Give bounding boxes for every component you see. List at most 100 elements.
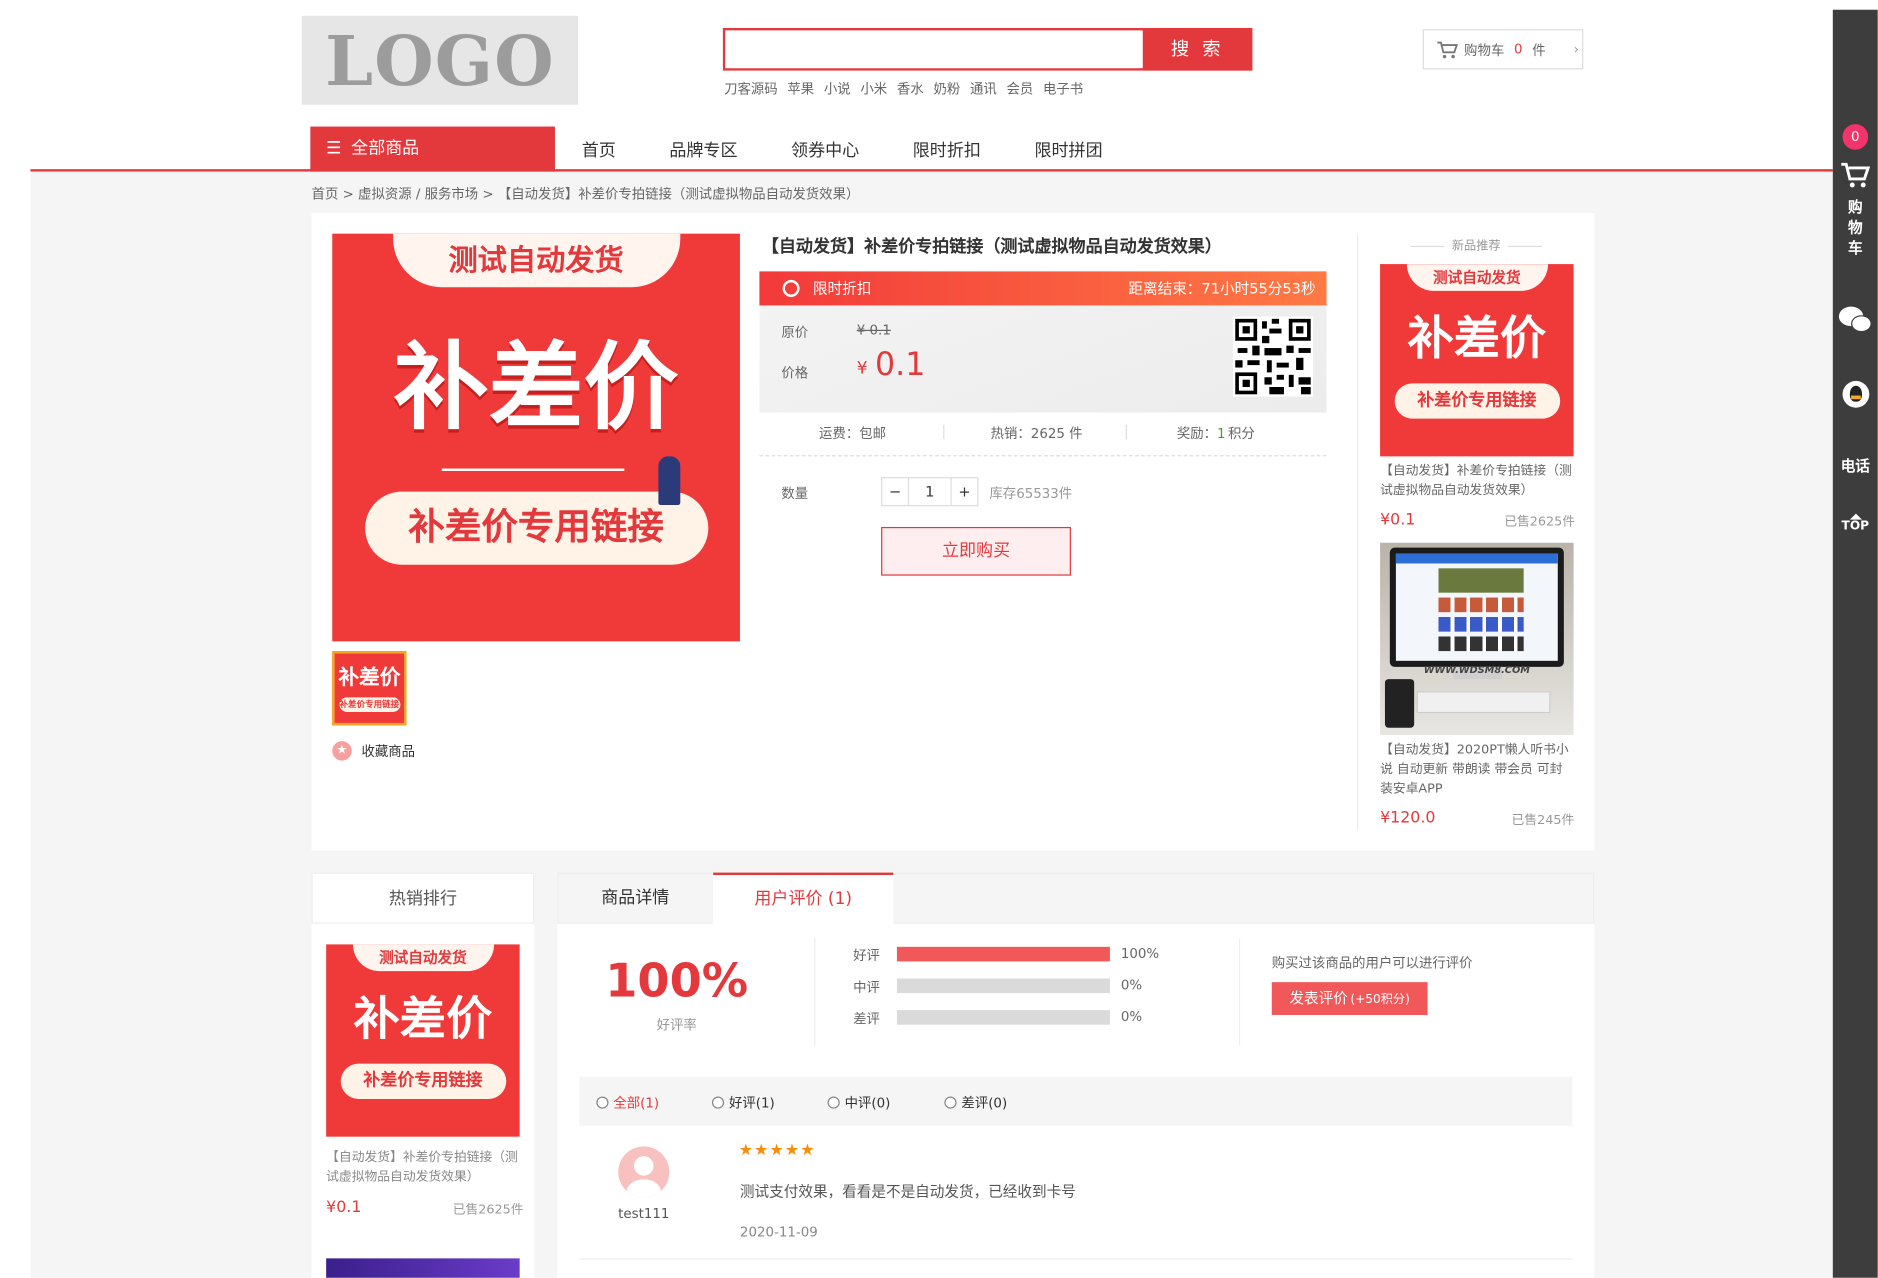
- quantity-plus-button[interactable]: +: [950, 478, 977, 506]
- recommend-banner-pill: 补差价专用链接: [1394, 383, 1560, 419]
- recommend-divider: [1356, 233, 1359, 830]
- filter-neutral[interactable]: 中评(0): [827, 1093, 890, 1112]
- hot-rank-item-name[interactable]: 【自动发货】补差价专拍链接（测试虚拟物品自动发货效果）: [326, 1148, 523, 1187]
- tab-detail[interactable]: 商品详情: [557, 873, 713, 924]
- cart-count: 0: [1513, 41, 1523, 58]
- price-currency: ¥: [856, 359, 868, 379]
- stat-separator: [759, 455, 1327, 457]
- original-price: ¥ 0.1: [856, 322, 891, 339]
- hot-banner-big: 补差价: [353, 991, 493, 1046]
- stat-divider: [1125, 424, 1127, 440]
- review-separator: [579, 1258, 1573, 1260]
- radio-icon: [596, 1096, 609, 1109]
- hot-rank-item-sold: 已售2625件: [452, 1202, 524, 1217]
- flash-sale-bar: 限时折扣 距离结束：71小时55分53秒: [759, 271, 1327, 306]
- hot-keyword[interactable]: 会员: [1006, 79, 1033, 98]
- back-to-top-button[interactable]: TOP: [1833, 513, 1878, 535]
- rating-percent: 0%: [1120, 1008, 1143, 1025]
- hot-keyword[interactable]: 小米: [860, 79, 887, 98]
- price-value: 0.1: [875, 346, 926, 384]
- hot-banner-top: 测试自动发货: [352, 944, 494, 972]
- positive-rate-label: 好评率: [656, 1017, 697, 1034]
- avatar: [618, 1146, 670, 1198]
- breadcrumb[interactable]: 首页 > 虚拟资源 / 服务市场 > 【自动发货】补差价专拍链接（测试虚拟物品自…: [312, 184, 860, 203]
- hot-keyword[interactable]: 苹果: [787, 79, 814, 98]
- filter-good[interactable]: 好评(1): [711, 1093, 775, 1112]
- filter-bad-label: 差评(0): [961, 1095, 1008, 1112]
- rating-bar: [896, 978, 1110, 994]
- stat-divider: [943, 424, 945, 440]
- nav-divider: [30, 169, 1833, 172]
- product-title: 【自动发货】补差价专拍链接（测试虚拟物品自动发货效果）: [761, 237, 1222, 257]
- hot-rank-image[interactable]: 测试自动发货 补差价 补差价专用链接: [326, 944, 520, 1137]
- hot-keyword[interactable]: 刀客源码: [724, 79, 778, 98]
- search-bar: 搜 索: [722, 27, 1253, 71]
- shipping-info: 运费：包邮: [819, 425, 886, 442]
- hot-rank-title: 热销排行: [311, 872, 535, 924]
- quantity-minus-button[interactable]: −: [882, 478, 910, 506]
- reward-label: 奖励：: [1176, 425, 1217, 442]
- recommend-item-sold: 已售245件: [1511, 812, 1575, 828]
- write-review-bonus: (+50积分): [1350, 993, 1410, 1007]
- favorite-label: 收藏商品: [361, 743, 415, 760]
- recommend-item-name[interactable]: 【自动发货】补差价专拍链接（测试虚拟物品自动发货效果）: [1380, 461, 1575, 500]
- qq-icon[interactable]: [1842, 380, 1870, 408]
- rating-percent: 100%: [1120, 945, 1160, 962]
- recommend-image[interactable]: WWW.WDSM8.COM: [1380, 542, 1574, 736]
- cart-unit: 件: [1532, 41, 1546, 58]
- header-cart-button[interactable]: 购物车 0 件 ›: [1422, 29, 1584, 70]
- reward-info: 奖励：1 积分: [1177, 424, 1255, 443]
- stock-info: 库存65533件: [989, 485, 1073, 502]
- nav-brands[interactable]: 品牌专区: [669, 138, 737, 162]
- rating-percent: 0%: [1120, 977, 1143, 994]
- rating-label: 差评: [853, 1011, 880, 1028]
- nav-home[interactable]: 首页: [582, 138, 616, 162]
- filter-all-label: 全部(1): [613, 1095, 660, 1112]
- cart-icon: [1437, 41, 1458, 58]
- countdown: 距离结束：71小时55分53秒: [1128, 279, 1316, 297]
- filter-all[interactable]: 全部(1): [596, 1093, 659, 1112]
- hot-keyword[interactable]: 奶粉: [933, 79, 960, 98]
- nav-groupbuy[interactable]: 限时拼团: [1034, 138, 1102, 162]
- cart-icon: [1840, 162, 1870, 188]
- quantity-input[interactable]: 1: [909, 478, 950, 505]
- sidebar-phone-button[interactable]: 电话: [1833, 455, 1878, 476]
- sidebar-cart-button[interactable]: 购物车: [1833, 161, 1878, 260]
- recommend-item-name[interactable]: 【自动发货】2020PT懒人听书小说 自动更新 带朗读 带会员 可封装安卓APP: [1380, 740, 1575, 798]
- radio-icon: [711, 1096, 725, 1109]
- write-review-label: 发表评价: [1289, 989, 1348, 1007]
- hot-keywords: 刀客源码 苹果 小说 小米 香水 奶粉 通讯 会员 电子书: [724, 79, 1083, 98]
- nav-discount[interactable]: 限时折扣: [913, 138, 981, 162]
- favorite-button[interactable]: ★ 收藏商品: [332, 741, 415, 761]
- search-input[interactable]: [725, 30, 1140, 69]
- chevron-right-icon: ›: [1573, 41, 1579, 58]
- recommend-image[interactable]: 测试自动发货 补差价 补差价专用链接: [1380, 264, 1574, 457]
- tab-reviews[interactable]: 用户评价 (1): [713, 872, 894, 925]
- hot-keyword[interactable]: 香水: [897, 79, 924, 98]
- thumb-pill-text: 补差价专用链接: [338, 697, 400, 712]
- banner-divider: [441, 468, 625, 471]
- write-review-button[interactable]: 发表评价 (+50积分): [1271, 982, 1428, 1015]
- filter-bad[interactable]: 差评(0): [944, 1093, 1007, 1112]
- all-categories-button[interactable]: ☰ 全部商品: [310, 126, 555, 172]
- hot-rank-next-image[interactable]: [326, 1258, 520, 1278]
- site-logo[interactable]: LOGO: [301, 15, 579, 105]
- nav-coupons[interactable]: 领券中心: [791, 138, 859, 162]
- review-text: 测试支付效果，看看是不是自动发货，已经收到卡号: [739, 1182, 1076, 1200]
- hot-banner-pill: 补差价专用链接: [340, 1063, 506, 1099]
- recommend-item-price: ¥120.0: [1380, 809, 1436, 828]
- hot-keyword[interactable]: 通讯: [970, 79, 997, 98]
- review-date: 2020-11-09: [739, 1224, 818, 1241]
- product-thumbnail[interactable]: 补差价 补差价专用链接: [332, 651, 407, 726]
- hot-rank-item-price: ¥0.1: [326, 1198, 362, 1217]
- hot-keyword[interactable]: 小说: [824, 79, 851, 98]
- buy-now-button[interactable]: 立即购买: [881, 526, 1071, 576]
- hot-keyword[interactable]: 电子书: [1043, 79, 1083, 98]
- monitor-caption: WWW.WDSM8.COM: [1423, 664, 1530, 676]
- cart-label: 购物车: [1464, 41, 1505, 58]
- search-button[interactable]: 搜 索: [1142, 27, 1253, 71]
- wechat-icon[interactable]: [1838, 306, 1873, 334]
- quantity-stepper: − 1 +: [881, 477, 979, 507]
- banner-pill-text: 补差价专用链接: [364, 491, 708, 565]
- reward-unit: 积分: [1227, 425, 1255, 442]
